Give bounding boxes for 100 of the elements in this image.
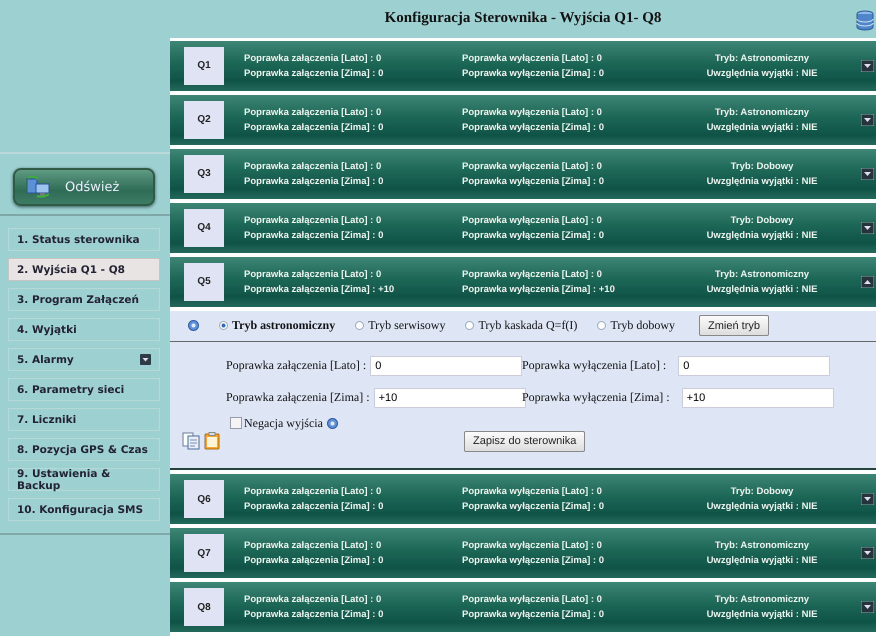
output-label: Q5 [184, 262, 224, 301]
output-label: Q8 [184, 588, 224, 626]
computer-arrows-icon [25, 176, 51, 198]
info-text: Tryb: Astronomiczny [714, 540, 810, 551]
paste-icon[interactable] [204, 432, 220, 450]
info-text: Poprawka załączenia [Zima] : 0 [244, 555, 384, 566]
output-header[interactable]: Q7 Poprawka załączenia [Lato] : 0 Poprawka załączenia [Zima] : 0 Poprawka wyłączenia [Lato] : 0 Poprawka wyłączenia [Zima] : 0 Tryb: Astronomiczny Uwzględnia wyjątki : NIE [170, 528, 876, 578]
menu-item[interactable]: 7. Liczniki [8, 408, 160, 431]
expand-icon[interactable] [861, 114, 874, 126]
change-mode-button[interactable]: Zmień tryb [699, 315, 769, 336]
negation-checkbox[interactable]: Negacja wyjścia [230, 416, 323, 431]
input-field[interactable]: 0 [370, 356, 522, 376]
info-text: Uwzględnia wyjątki : NIE [706, 284, 818, 295]
output-label: Q2 [184, 100, 224, 139]
info-text: Tryb: Dobowy [730, 486, 794, 497]
expand-icon[interactable] [861, 168, 874, 180]
output-label: Q1 [184, 46, 224, 85]
mode-radio[interactable]: Tryb astronomiczny [219, 318, 336, 334]
mode-radio[interactable]: Tryb dobowy [597, 318, 676, 334]
info-text: Poprawka wyłączenia [Lato] : 0 [462, 160, 603, 172]
info-text: Poprawka załączenia [Lato] : 0 [244, 486, 382, 497]
info-text: Poprawka załączenia [Zima] : +10 [244, 284, 396, 295]
info-text: Poprawka załączenia [Zima] : 0 [244, 68, 384, 79]
expand-icon[interactable] [861, 60, 874, 72]
output-header[interactable]: Q6 Poprawka załączenia [Lato] : 0 Poprawka załączenia [Zima] : 0 Poprawka wyłączenia [Lato] : 0 Poprawka wyłączenia [Zima] : 0 Tryb: Dobowy Uwzględnia wyjątki : NIE [170, 474, 876, 524]
info-text: Tryb: Astronomiczny [714, 106, 810, 118]
input-field[interactable]: +10 [682, 388, 834, 408]
info-text: Poprawka wyłączenia [Zima] : 0 [462, 122, 606, 133]
field-label: Poprawka załączenia [Lato] : [226, 358, 366, 374]
info-text: Poprawka załączenia [Lato] : 0 [244, 160, 382, 172]
output-header[interactable]: Q4 Poprawka załączenia [Lato] : 0 Poprawka załączenia [Zima] : 0 Poprawka wyłączenia [Lato] : 0 Poprawka wyłączenia [Zima] : 0 Tryb: Dobowy Uwzględnia wyjątki : NIE [170, 202, 876, 253]
info-text: Uwzględnia wyjątki : NIE [706, 555, 818, 566]
info-text: Tryb: Dobowy [730, 214, 794, 226]
info-text: Poprawka załączenia [Zima] : 0 [244, 122, 384, 133]
info-text: Uwzględnia wyjątki : NIE [706, 122, 818, 133]
menu-item[interactable]: 9. Ustawienia & Backup [8, 468, 160, 491]
info-text: Poprawka wyłączenia [Zima] : 0 [462, 501, 606, 512]
collapse-icon[interactable] [861, 276, 874, 288]
info-text: Poprawka wyłączenia [Zima] : 0 [462, 176, 606, 187]
menu-item[interactable]: 1. Status sterownika [8, 228, 160, 251]
save-button[interactable]: Zapisz do sterownika [464, 430, 586, 452]
expand-icon[interactable] [861, 601, 874, 613]
field-label: Poprawka załączenia [Zima] : [226, 390, 370, 406]
menu-item[interactable]: 6. Parametry sieci [8, 378, 160, 401]
info-text: Tryb: Astronomiczny [714, 594, 810, 605]
info-text: Poprawka wyłączenia [Zima] : +10 [462, 284, 616, 295]
output-header[interactable]: Q1 Poprawka załączenia [Lato] : 0 Poprawka załączenia [Zima] : 0 Poprawka wyłączenia [Lato] : 0 Poprawka wyłączenia [Zima] : 0 Tryb: Astronomiczny Uwzględnia wyjątki : NIE [170, 40, 876, 91]
output-header[interactable]: Q5 Poprawka załączenia [Lato] : 0 Poprawka załączenia [Zima] : +10 Poprawka wyłączenia [Lato] : 0 Poprawka wyłączenia [Zima] : +10 Tryb: Astronomiczny Uwzględnia wyjątki : NIE [170, 256, 876, 307]
info-text: Tryb: Astronomiczny [714, 52, 810, 64]
output-header[interactable]: Q2 Poprawka załączenia [Lato] : 0 Poprawka załączenia [Zima] : 0 Poprawka wyłączenia [Lato] : 0 Poprawka wyłączenia [Zima] : 0 Tryb: Astronomiczny Uwzględnia wyjątki : NIE [170, 94, 876, 145]
info-text: Poprawka załączenia [Lato] : 0 [244, 214, 382, 226]
expand-icon[interactable] [861, 493, 874, 505]
info-text: Uwzględnia wyjątki : NIE [706, 68, 818, 79]
info-text: Poprawka wyłączenia [Lato] : 0 [462, 52, 603, 64]
info-text: Poprawka załączenia [Zima] : 0 [244, 230, 384, 241]
info-text: Poprawka załączenia [Lato] : 0 [244, 540, 382, 551]
info-text: Tryb: Dobowy [730, 160, 794, 172]
expand-icon[interactable] [861, 222, 874, 234]
menu-item[interactable]: 10. Konfiguracja SMS [8, 498, 160, 521]
info-text: Uwzględnia wyjątki : NIE [706, 609, 818, 620]
menu-item[interactable]: 3. Program Załączeń [8, 288, 160, 311]
output-label: Q6 [184, 480, 224, 518]
page-title: Konfiguracja Sterownika - Wyjścia Q1- Q8 [384, 10, 662, 28]
info-text: Poprawka wyłączenia [Lato] : 0 [462, 594, 603, 605]
info-text: Poprawka wyłączenia [Lato] : 0 [462, 486, 603, 497]
output-header[interactable]: Q3 Poprawka załączenia [Lato] : 0 Poprawka załączenia [Zima] : 0 Poprawka wyłączenia [Lato] : 0 Poprawka wyłączenia [Zima] : 0 Tryb: Dobowy Uwzględnia wyjątki : NIE [170, 148, 876, 199]
menu-item[interactable]: 8. Pozycja GPS & Czas [8, 438, 160, 461]
output-label: Q4 [184, 208, 224, 247]
info-text: Poprawka wyłączenia [Zima] : 0 [462, 230, 606, 241]
info-text: Poprawka wyłączenia [Zima] : 0 [462, 555, 606, 566]
info-text: Uwzględnia wyjątki : NIE [706, 230, 818, 241]
output-header[interactable]: Q8 Poprawka załączenia [Lato] : 0 Poprawka załączenia [Zima] : 0 Poprawka wyłączenia [Lato] : 0 Poprawka wyłączenia [Zima] : 0 Tryb: Astronomiczny Uwzględnia wyjątki : NIE [170, 582, 876, 632]
menu-item[interactable]: 5. Alarmy [8, 348, 160, 371]
menu-item[interactable]: 4. Wyjątki [8, 318, 160, 341]
field-label: Poprawka wyłączenia [Lato] : [522, 358, 666, 374]
info-text: Poprawka wyłączenia [Lato] : 0 [462, 268, 603, 280]
info-text: Poprawka wyłączenia [Zima] : 0 [462, 68, 606, 79]
dropdown-icon [140, 354, 151, 365]
input-field[interactable]: 0 [678, 356, 830, 376]
mode-radio[interactable]: Tryb kaskada Q=f(I) [465, 318, 578, 334]
refresh-button[interactable]: Odśwież [13, 168, 155, 206]
mode-radio[interactable]: Tryb serwisowy [355, 318, 446, 334]
info-text: Tryb: Astronomiczny [714, 268, 810, 280]
info-text: Poprawka wyłączenia [Lato] : 0 [462, 106, 603, 118]
info-text: Poprawka wyłączenia [Lato] : 0 [462, 214, 603, 226]
database-icon[interactable] [856, 10, 876, 32]
copy-icon[interactable] [182, 432, 200, 450]
info-text: Uwzględnia wyjątki : NIE [706, 176, 818, 187]
info-text: Poprawka załączenia [Lato] : 0 [244, 594, 382, 605]
info-text: Poprawka załączenia [Zima] : 0 [244, 176, 384, 187]
menu-item[interactable]: 2. Wyjścia Q1 - Q8 [8, 258, 160, 281]
info-text: Poprawka załączenia [Zima] : 0 [244, 501, 384, 512]
info-text: Poprawka załączenia [Lato] : 0 [244, 52, 382, 64]
info-text: Poprawka załączenia [Zima] : 0 [244, 609, 384, 620]
output-label: Q7 [184, 534, 224, 572]
info-text: Uwzględnia wyjątki : NIE [706, 501, 818, 512]
info-text: Poprawka wyłączenia [Lato] : 0 [462, 540, 603, 551]
info-text: Poprawka wyłączenia [Zima] : 0 [462, 609, 606, 620]
expand-icon[interactable] [861, 547, 874, 559]
info-text: Poprawka załączenia [Lato] : 0 [244, 268, 382, 280]
